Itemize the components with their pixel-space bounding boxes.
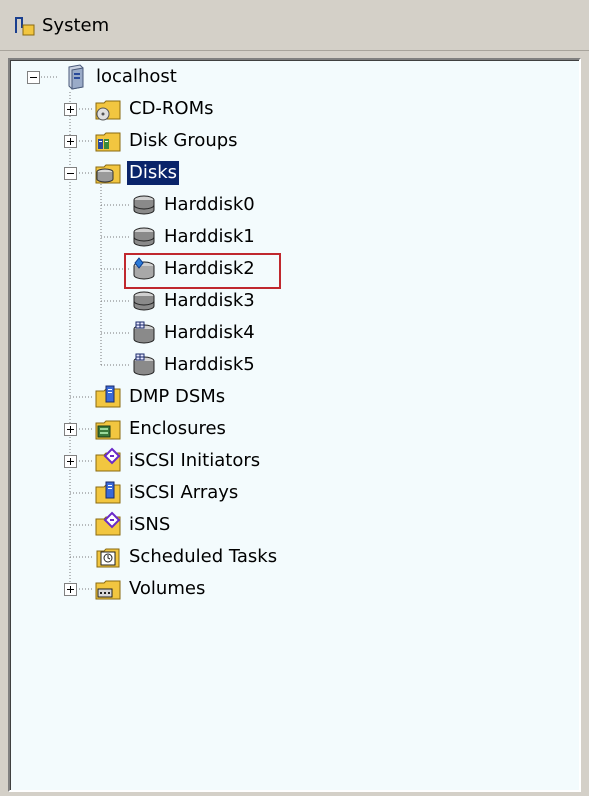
- collapse-toggle[interactable]: [64, 167, 77, 180]
- iscsi-arrays-folder-icon: [95, 481, 121, 504]
- tree-node-label: iSCSI Arrays: [129, 482, 239, 503]
- harddisk-grid-icon: [133, 353, 155, 376]
- tree-node-label: Harddisk5: [164, 354, 255, 375]
- tree-node-label: iSNS: [129, 514, 171, 535]
- server-icon: [68, 64, 84, 90]
- tree-node-localhost[interactable]: localhost: [10, 63, 310, 91]
- tree-node-label: Disks: [127, 161, 180, 185]
- tree-node-dmp-dsms[interactable]: DMP DSMs: [10, 383, 310, 411]
- tree-node-harddisk1[interactable]: Harddisk1: [10, 223, 310, 251]
- tree-node-enclosures[interactable]: Enclosures: [10, 415, 310, 443]
- harddisk-icon: [133, 227, 155, 247]
- expand-toggle[interactable]: [64, 423, 77, 436]
- tree-node-label: Harddisk0: [164, 194, 255, 215]
- tree-node-label: Disk Groups: [129, 130, 238, 151]
- tree-node-label: Enclosures: [129, 418, 226, 439]
- tree-node-label: Volumes: [129, 578, 206, 599]
- cdrom-folder-icon: [95, 100, 121, 121]
- iscsi-initiators-folder-icon: [95, 447, 121, 472]
- tree-node-disks[interactable]: Disks: [10, 159, 310, 187]
- system-icon: [15, 17, 35, 36]
- disk-groups-folder-icon: [95, 132, 121, 152]
- expand-toggle[interactable]: [64, 583, 77, 596]
- tree-node-iscsi-initiators[interactable]: iSCSI Initiators: [10, 447, 310, 475]
- tree-node-label: iSCSI Initiators: [129, 450, 261, 471]
- tree-node-disk-groups[interactable]: Disk Groups: [10, 127, 310, 155]
- expand-toggle[interactable]: [64, 135, 77, 148]
- expand-toggle[interactable]: [64, 103, 77, 116]
- disks-folder-icon: [95, 164, 121, 184]
- volumes-folder-icon: [95, 580, 121, 600]
- tree-node-harddisk3[interactable]: Harddisk3: [10, 287, 310, 315]
- tree-node-label: Harddisk3: [164, 290, 255, 311]
- harddisk-icon: [133, 291, 155, 311]
- highlight-box: [124, 253, 281, 289]
- collapse-toggle[interactable]: [27, 71, 40, 84]
- tree-node-cd-roms[interactable]: CD-ROMs: [10, 95, 310, 123]
- tree-panel[interactable]: localhost CD-ROMs Disk Groups Disks Hard…: [8, 58, 581, 792]
- tree-node-harddisk4[interactable]: Harddisk4: [10, 319, 310, 347]
- harddisk-icon: [133, 195, 155, 215]
- tree-node-volumes[interactable]: Volumes: [10, 575, 310, 603]
- tree-node-label: Scheduled Tasks: [129, 546, 278, 567]
- tree-node-label: Harddisk4: [164, 322, 255, 343]
- tree-node-label: Harddisk1: [164, 226, 255, 247]
- header-title: System: [42, 15, 110, 36]
- harddisk-grid-icon: [133, 321, 155, 344]
- tree-node-isns[interactable]: iSNS: [10, 511, 310, 539]
- expand-toggle[interactable]: [64, 455, 77, 468]
- tree-node-label: CD-ROMs: [129, 98, 214, 119]
- enclosures-folder-icon: [95, 420, 121, 440]
- tree-node-harddisk0[interactable]: Harddisk0: [10, 191, 310, 219]
- dmp-dsms-folder-icon: [95, 385, 121, 408]
- scheduled-tasks-icon: [96, 548, 120, 568]
- tree-node-harddisk5[interactable]: Harddisk5: [10, 351, 310, 379]
- tree-node-label: DMP DSMs: [129, 386, 226, 407]
- header-bar: System: [0, 0, 589, 51]
- tree-node-iscsi-arrays[interactable]: iSCSI Arrays: [10, 479, 310, 507]
- tree-node-label: localhost: [96, 66, 177, 87]
- tree-node-scheduled-tasks[interactable]: Scheduled Tasks: [10, 543, 310, 571]
- isns-folder-icon: [95, 511, 121, 536]
